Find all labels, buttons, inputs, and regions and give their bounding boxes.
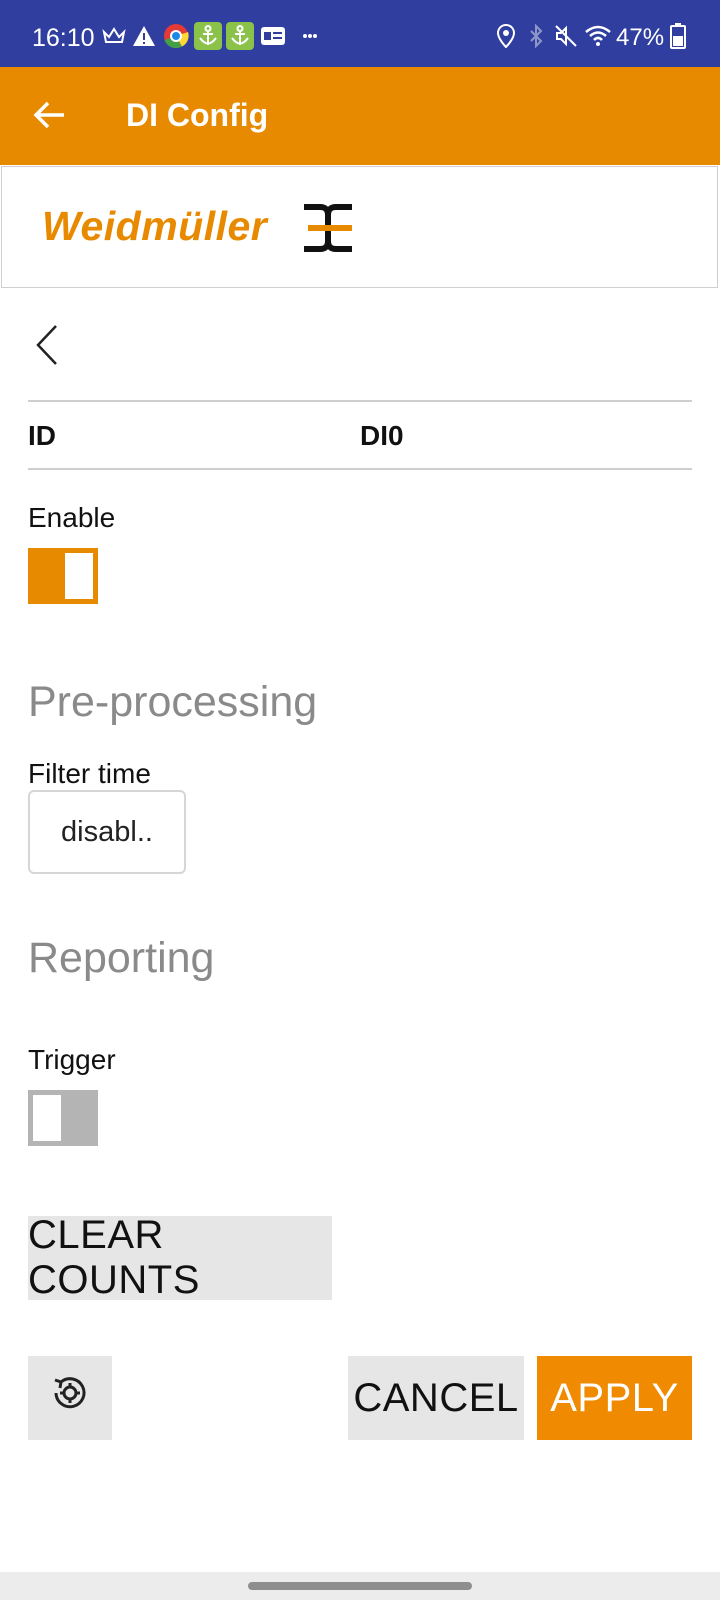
wifi-icon: [584, 22, 612, 50]
status-bar: 16:10 47%: [0, 0, 720, 67]
brand-logo-text: Weidmüller: [42, 203, 268, 249]
preprocessing-heading: Pre-processing: [28, 678, 318, 726]
battery-icon: [664, 22, 692, 50]
filter-time-label: Filter time: [28, 758, 151, 789]
apply-label: APPLY: [550, 1375, 679, 1420]
divider: [28, 468, 692, 470]
navigation-bar: [0, 1572, 720, 1600]
divider: [28, 400, 692, 402]
status-time: 16:10: [32, 24, 95, 52]
anchor-icon: [226, 22, 254, 50]
id-value: DI0: [360, 420, 404, 451]
apply-button[interactable]: APPLY: [537, 1356, 692, 1440]
chrome-icon: [162, 22, 190, 50]
filter-time-select[interactable]: disabl..: [28, 790, 186, 874]
app-bar: DI Config: [0, 67, 720, 165]
back-arrow-icon[interactable]: [30, 95, 70, 135]
clear-counts-button[interactable]: CLEAR COUNTS: [28, 1213, 332, 1302]
toggle-knob: [65, 553, 93, 599]
location-icon: [492, 22, 520, 50]
page-title: DI Config: [126, 97, 269, 133]
toggle-knob: [33, 1095, 61, 1141]
reset-gear-icon: [48, 1371, 92, 1425]
battery-percent: 47%: [616, 24, 665, 51]
more-dots-icon: [296, 22, 324, 50]
cancel-label: CANCEL: [353, 1375, 519, 1420]
trigger-label: Trigger: [28, 1044, 116, 1075]
gesture-handle[interactable]: [248, 1582, 472, 1590]
brand-logo-icon: [302, 203, 354, 253]
enable-toggle[interactable]: [28, 548, 98, 604]
anchor-icon: [194, 22, 222, 50]
reset-settings-button[interactable]: [28, 1356, 112, 1440]
filter-time-value: disabl..: [61, 815, 153, 848]
chevron-left-icon[interactable]: [30, 322, 64, 368]
brand-banner: Weidmüller: [1, 166, 718, 288]
id-label: ID: [28, 420, 56, 451]
id-card-icon: [259, 22, 287, 50]
crown-icon: [100, 22, 128, 50]
cancel-button[interactable]: CANCEL: [348, 1356, 524, 1440]
enable-label: Enable: [28, 502, 116, 533]
clear-counts-label: CLEAR COUNTS: [28, 1213, 200, 1302]
bluetooth-icon: [522, 22, 550, 50]
reporting-heading: Reporting: [28, 934, 215, 982]
warning-icon: [130, 22, 158, 50]
mute-icon: [552, 22, 580, 50]
trigger-toggle[interactable]: [28, 1090, 98, 1146]
